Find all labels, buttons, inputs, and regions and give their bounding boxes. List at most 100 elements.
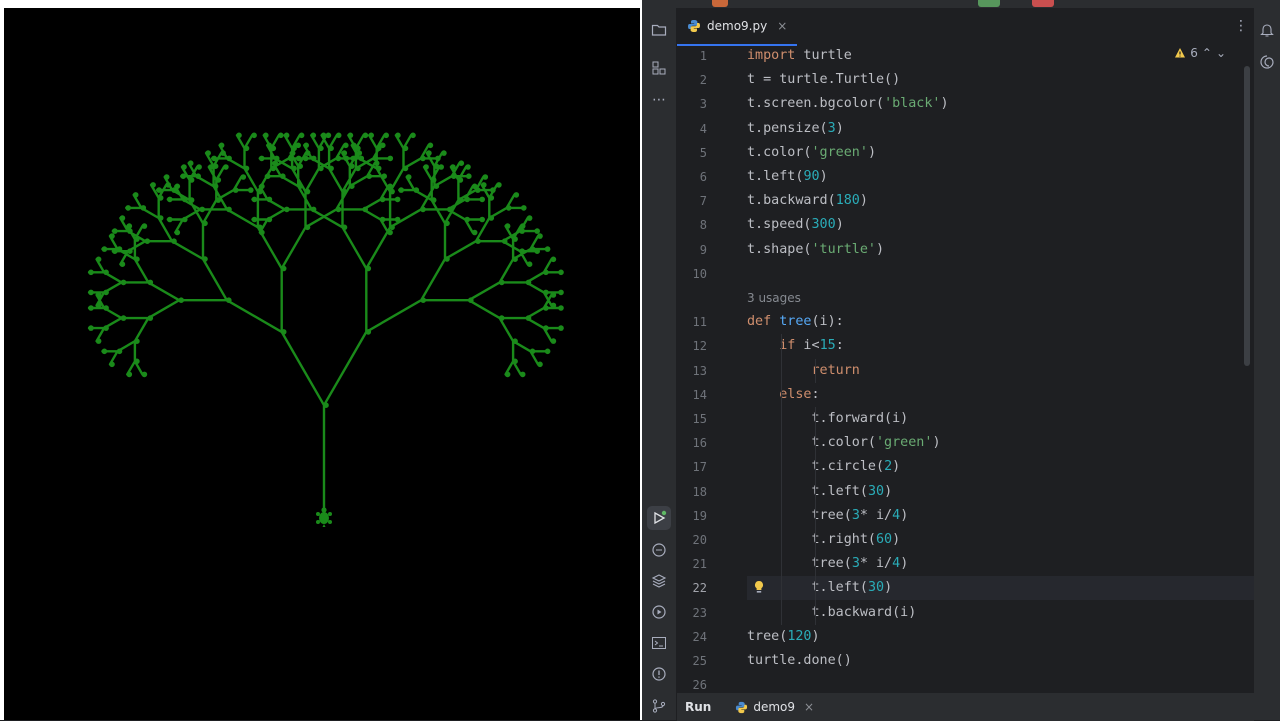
code-token: 60	[876, 532, 893, 547]
branch-node-circle	[265, 173, 271, 179]
branch-node-circle	[464, 196, 471, 203]
code-line[interactable]: t.color('green')	[747, 141, 876, 165]
branch-node-circle	[504, 371, 511, 378]
branch-node-circle	[202, 256, 208, 262]
run-label[interactable]: Run	[685, 700, 711, 714]
code-line[interactable]: t.right(60)	[747, 528, 900, 552]
branch-node-circle	[490, 187, 496, 193]
branch-node-circle	[140, 205, 147, 211]
code-line[interactable]: tree(3* i/4)	[747, 504, 908, 528]
branch-node-circle	[147, 315, 154, 321]
code-line[interactable]: t.speed(300)	[747, 213, 844, 237]
tab-close-icon[interactable]: ×	[777, 19, 787, 33]
code-line[interactable]: def tree(i):	[747, 310, 844, 334]
branch-node-circle	[295, 155, 302, 162]
branch-node-circle	[447, 206, 453, 213]
branch-node-circle	[537, 233, 543, 239]
branch-node-circle	[134, 256, 140, 262]
inspection-widget[interactable]: 6 ⌃ ⌄	[1174, 46, 1226, 60]
code-line[interactable]: t.screen.bgcolor('black')	[747, 92, 949, 116]
branch-node-circle	[325, 132, 332, 139]
problems-icon[interactable]	[647, 662, 671, 686]
usages-inlay-hint[interactable]: 3 usages	[747, 286, 801, 310]
branch-node-circle	[341, 188, 348, 195]
branch-node-circle	[103, 289, 109, 296]
code-line[interactable]: t.color('green')	[747, 431, 940, 455]
code-token: t = turtle.Turtle()	[747, 72, 901, 88]
tree-branches	[87, 132, 564, 520]
code-token: )	[892, 459, 901, 475]
line-number: 17	[692, 460, 707, 475]
line-number-gutter: 1 2 3 4 5 6 7 8 9 10 11 12 13 14 15 16 17 18 19 20 21 22 23 24 2…	[677, 46, 747, 692]
code-token: 15	[819, 338, 836, 354]
git-branch-icon[interactable]	[647, 694, 671, 718]
code-line[interactable]: else:	[747, 383, 819, 407]
line-number: 24	[692, 629, 707, 644]
branch-node-circle	[550, 292, 557, 298]
line-number: 12	[692, 339, 707, 354]
code-line[interactable]: t.left(90)	[747, 165, 828, 189]
branch-node-circle	[373, 160, 380, 166]
code-line[interactable]: if i<15:	[747, 334, 844, 358]
terminal-icon[interactable]	[647, 631, 671, 655]
branch-node-circle	[465, 164, 471, 170]
previous-highlight-icon[interactable]: ⌃	[1202, 46, 1212, 60]
project-folder-icon[interactable]	[647, 18, 671, 42]
code-line[interactable]: import turtle	[747, 46, 852, 68]
run-tab-close-icon[interactable]: ×	[804, 700, 814, 714]
branch-node-circle	[335, 155, 342, 162]
branch-node-circle	[550, 302, 557, 309]
python-console-icon[interactable]	[647, 538, 671, 562]
structure-icon[interactable]	[647, 56, 671, 80]
branch-node-circle	[318, 165, 324, 172]
branch-node-circle	[157, 195, 164, 201]
code-line[interactable]: tree(3* i/4)	[747, 552, 908, 576]
branch-node-circle	[226, 155, 232, 162]
branch-node-circle	[365, 265, 372, 272]
code-token: 'green'	[876, 435, 933, 451]
branch-node-circle	[387, 229, 393, 236]
branch-node-circle	[355, 165, 361, 172]
code-token: 180	[835, 193, 860, 209]
branch-node-circle	[304, 188, 311, 195]
branch-node-circle	[251, 216, 258, 223]
code-line[interactable]: t.forward(i)	[747, 407, 908, 431]
ai-assistant-icon[interactable]	[1255, 50, 1279, 74]
run-config-tab[interactable]: demo9 ×	[735, 700, 814, 714]
code-line[interactable]: t.circle(2)	[747, 455, 900, 479]
run-tool-icon[interactable]	[647, 506, 671, 530]
branch-node-circle	[543, 325, 549, 331]
tab-demo9[interactable]: demo9.py ×	[677, 8, 798, 46]
vertical-scrollbar[interactable]	[1244, 66, 1250, 366]
branch-node-circle	[430, 177, 437, 183]
code-token: )	[900, 507, 909, 523]
code-editor[interactable]: 1 2 3 4 5 6 7 8 9 10 11 12 13 14 15 16 17 18 19 20 21 22 23 24 2…	[677, 46, 1254, 692]
tab-menu-icon[interactable]: ⋮	[1234, 18, 1248, 34]
notifications-icon[interactable]	[1255, 18, 1279, 42]
code-line[interactable]: t.left(30)	[747, 480, 892, 504]
branch-node-circle	[144, 238, 151, 244]
branch-node-circle	[558, 289, 564, 296]
line-number: 5	[699, 145, 707, 160]
code-line[interactable]: turtle.done()	[747, 649, 852, 673]
code-line[interactable]: t.shape('turtle')	[747, 238, 884, 262]
code-line[interactable]: t.left(30)	[747, 576, 892, 600]
code-line[interactable]: t.backward(i)	[747, 601, 916, 625]
more-tools-icon[interactable]: ⋯	[647, 88, 671, 112]
code-token: tree(	[747, 556, 852, 572]
code-line[interactable]: t = turtle.Turtle()	[747, 68, 900, 92]
code-line[interactable]: t.pensize(3)	[747, 117, 844, 141]
intention-bulb-icon[interactable]	[753, 580, 765, 597]
code-token: 30	[867, 580, 885, 596]
code-line[interactable]: tree(120)	[747, 625, 820, 649]
branch-node-circle	[147, 279, 154, 286]
branch-node-circle	[304, 150, 311, 156]
services-icon[interactable]	[647, 600, 671, 624]
branch-node-circle	[398, 187, 405, 193]
next-highlight-icon[interactable]: ⌄	[1216, 46, 1226, 60]
layers-icon[interactable]	[647, 569, 671, 593]
code-line[interactable]: t.backward(180)	[747, 189, 868, 213]
code-line[interactable]: return	[747, 359, 860, 383]
line-number: 8	[699, 218, 707, 233]
